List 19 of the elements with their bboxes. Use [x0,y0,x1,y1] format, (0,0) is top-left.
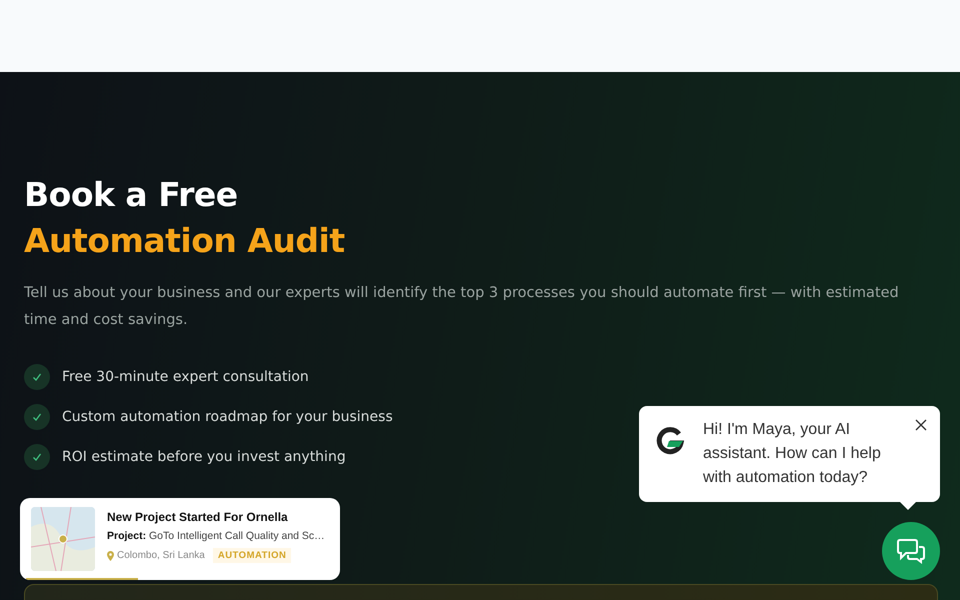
category-tag: AUTOMATION [212,548,292,563]
close-button[interactable] [914,418,928,432]
location-pin-icon [107,550,114,560]
project-text: Project: GoTo Intelligent Call Quality and Sc… [107,530,325,542]
check-icon [24,404,50,430]
hero-heading: Book a Free Automation Audit [24,174,346,262]
benefit-text: Free 30-minute expert consultation [62,369,309,385]
notification-toast[interactable]: New Project Started For Ornella Project: GoTo Intelligent Call Quality and Sc… Colombo, Sri Lanka AUTOMATION [20,498,340,580]
location-text: Colombo, Sri Lanka [107,550,205,561]
check-icon [24,444,50,470]
benefit-text: Custom automation roadmap for your business [62,409,393,425]
toast-title: New Project Started For Ornella [107,510,289,524]
chat-message: Hi! I'm Maya, your AI assistant. How can I help with automation today? [703,420,882,488]
benefit-text: ROI estimate before you invest anything [62,449,346,465]
chat-icon [897,538,925,564]
logo-icon [655,426,685,456]
check-icon [24,364,50,390]
hero-description: Tell us about your business and our experts will identify the top 3 processes you should automate first — with estimated time and cost savings. [24,284,900,330]
map-thumbnail [31,507,95,571]
